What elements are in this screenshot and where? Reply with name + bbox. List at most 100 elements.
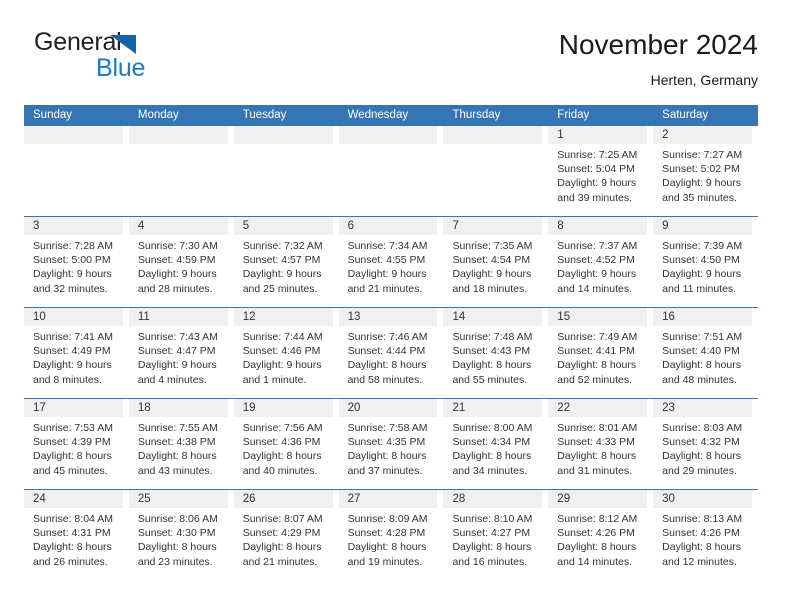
day-detail-line: Sunset: 4:35 PM bbox=[347, 436, 426, 449]
day-detail-line: and 25 minutes. bbox=[242, 282, 318, 295]
day-detail-line: Sunrise: 8:00 AM bbox=[452, 422, 533, 434]
day-number: 1 bbox=[557, 129, 564, 141]
day-detail-line: Sunset: 4:50 PM bbox=[662, 254, 740, 267]
calendar-day-cell[interactable]: 5 Sunrise: 7:32 AM Sunset: 4:57 PM Daylight… bbox=[233, 217, 339, 307]
day-number-band: 1 bbox=[548, 126, 648, 144]
calendar-day-cell[interactable]: 19 Sunrise: 7:56 AM Sunset: 4:36 PM Dayligh… bbox=[233, 399, 339, 489]
day-detail-line: and 48 minutes. bbox=[662, 373, 737, 386]
calendar-day-cell[interactable]: 2 Sunrise: 7:27 AM Sunset: 5:02 PM Daylight… bbox=[653, 126, 759, 216]
day-number-band: 5 bbox=[233, 217, 333, 235]
calendar-day-cell[interactable]: 16 Sunrise: 7:51 AM Sunset: 4:40 PM Dayligh… bbox=[653, 308, 759, 398]
day-number: 10 bbox=[33, 311, 46, 323]
calendar-day-cell[interactable]: 29 Sunrise: 8:12 AM Sunset: 4:26 PM Dayligh… bbox=[548, 490, 654, 580]
day-detail-line: Daylight: 9 hours bbox=[557, 177, 637, 190]
day-detail-line: and 1 minute. bbox=[242, 373, 307, 386]
day-number-band: 19 bbox=[233, 399, 333, 417]
day-detail-line: Sunset: 4:38 PM bbox=[137, 436, 216, 449]
day-detail-line: Daylight: 9 hours bbox=[557, 268, 637, 281]
day-number: 2 bbox=[662, 129, 669, 141]
day-number: 26 bbox=[242, 493, 256, 505]
day-details: Sunrise: 7:49 AM Sunset: 4:41 PM Daylight:… bbox=[548, 326, 653, 387]
day-detail-line: and 11 minutes. bbox=[662, 282, 737, 295]
calendar-day-cell[interactable]: 1 Sunrise: 7:25 AM Sunset: 5:04 PM Daylight… bbox=[548, 126, 654, 216]
day-number: 29 bbox=[557, 493, 571, 505]
day-detail-line: Sunrise: 7:41 AM bbox=[33, 331, 113, 343]
day-detail-line: Sunrise: 7:43 AM bbox=[137, 331, 218, 343]
day-details: Sunrise: 7:43 AM Sunset: 4:47 PM Daylight:… bbox=[129, 326, 234, 387]
calendar-day-cell[interactable]: 28 Sunrise: 8:10 AM Sunset: 4:27 PM Dayligh… bbox=[443, 490, 549, 580]
calendar-day-cell[interactable]: 22 Sunrise: 8:01 AM Sunset: 4:33 PM Dayligh… bbox=[548, 399, 654, 489]
day-details: Sunrise: 8:13 AM Sunset: 4:26 PM Daylight:… bbox=[653, 508, 758, 569]
calendar-day-cell[interactable]: 12 Sunrise: 7:44 AM Sunset: 4:46 PM Dayligh… bbox=[233, 308, 339, 398]
calendar-day-cell[interactable]: 23 Sunrise: 8:03 AM Sunset: 4:32 PM Dayligh… bbox=[653, 399, 759, 489]
day-detail-line: and 52 minutes. bbox=[557, 373, 633, 386]
calendar-day-cell[interactable]: 14 Sunrise: 7:48 AM Sunset: 4:43 PM Dayligh… bbox=[443, 308, 549, 398]
calendar-day-cell[interactable]: 11 Sunrise: 7:43 AM Sunset: 4:47 PM Dayligh… bbox=[128, 308, 234, 398]
calendar-day-cell[interactable]: 7 Sunrise: 7:35 AM Sunset: 4:54 PM Daylight… bbox=[443, 217, 549, 307]
day-detail-line: Sunrise: 7:49 AM bbox=[557, 331, 638, 343]
calendar-day-cell[interactable]: 3 Sunrise: 7:28 AM Sunset: 5:00 PM Daylight… bbox=[24, 217, 129, 307]
day-details: Sunrise: 7:30 AM Sunset: 4:59 PM Daylight:… bbox=[129, 235, 234, 296]
calendar-day-cell[interactable]: 4 Sunrise: 7:30 AM Sunset: 4:59 PM Daylight… bbox=[128, 217, 234, 307]
day-details: Sunrise: 7:41 AM Sunset: 4:49 PM Daylight:… bbox=[24, 326, 129, 387]
day-detail-line: Daylight: 9 hours bbox=[452, 268, 532, 281]
day-details: Sunrise: 8:01 AM Sunset: 4:33 PM Daylight:… bbox=[548, 417, 653, 478]
day-number: 3 bbox=[33, 220, 40, 232]
day-details: Sunrise: 7:35 AM Sunset: 4:54 PM Daylight:… bbox=[443, 235, 548, 296]
calendar-day-cell[interactable]: 30 Sunrise: 8:13 AM Sunset: 4:26 PM Dayligh… bbox=[653, 490, 759, 580]
calendar-day-cell[interactable]: 8 Sunrise: 7:37 AM Sunset: 4:52 PM Daylight… bbox=[548, 217, 654, 307]
calendar-day-cell-empty bbox=[24, 126, 129, 216]
day-number-band: 25 bbox=[128, 490, 228, 508]
day-details: Sunrise: 7:28 AM Sunset: 5:00 PM Daylight:… bbox=[24, 235, 129, 296]
day-detail-line: Sunrise: 7:27 AM bbox=[662, 149, 743, 161]
day-detail-line: Daylight: 8 hours bbox=[347, 541, 427, 554]
calendar-day-cell-empty bbox=[233, 126, 339, 216]
calendar-day-cell[interactable]: 26 Sunrise: 8:07 AM Sunset: 4:29 PM Dayligh… bbox=[233, 490, 339, 580]
calendar-week-row: 10 Sunrise: 7:41 AM Sunset: 4:49 PM Dayligh… bbox=[24, 307, 759, 398]
day-detail-line: Daylight: 8 hours bbox=[347, 450, 427, 463]
day-detail-line: and 37 minutes. bbox=[347, 464, 423, 477]
day-detail-line: Daylight: 8 hours bbox=[452, 541, 532, 554]
calendar-day-cell[interactable]: 27 Sunrise: 8:09 AM Sunset: 4:28 PM Dayligh… bbox=[338, 490, 444, 580]
day-details: Sunrise: 8:10 AM Sunset: 4:27 PM Daylight:… bbox=[443, 508, 548, 569]
day-number-band: 22 bbox=[548, 399, 648, 417]
day-detail-line: Sunrise: 8:13 AM bbox=[662, 513, 743, 525]
calendar-day-cell[interactable]: 10 Sunrise: 7:41 AM Sunset: 4:49 PM Dayligh… bbox=[24, 308, 129, 398]
calendar-day-cell[interactable]: 18 Sunrise: 7:55 AM Sunset: 4:38 PM Dayligh… bbox=[128, 399, 234, 489]
day-detail-line: Sunrise: 7:56 AM bbox=[242, 422, 323, 434]
day-detail-line: Sunrise: 7:25 AM bbox=[557, 149, 638, 161]
day-number: 20 bbox=[347, 402, 361, 414]
calendar-day-cell[interactable]: 17 Sunrise: 7:53 AM Sunset: 4:39 PM Dayligh… bbox=[24, 399, 129, 489]
calendar-day-cell[interactable]: 6 Sunrise: 7:34 AM Sunset: 4:55 PM Daylight… bbox=[338, 217, 444, 307]
day-detail-line: Sunrise: 8:07 AM bbox=[242, 513, 323, 525]
calendar-day-cell[interactable]: 15 Sunrise: 7:49 AM Sunset: 4:41 PM Dayligh… bbox=[548, 308, 654, 398]
day-detail-line: Sunrise: 8:10 AM bbox=[452, 513, 533, 525]
calendar-page: General Blue November 2024 Herten, Germa… bbox=[0, 0, 792, 612]
day-details: Sunrise: 7:46 AM Sunset: 4:44 PM Daylight:… bbox=[339, 326, 444, 387]
day-number: 7 bbox=[452, 220, 459, 232]
day-detail-line: Sunset: 4:26 PM bbox=[662, 527, 740, 540]
day-number: 17 bbox=[33, 402, 46, 414]
day-number: 18 bbox=[137, 402, 151, 414]
calendar-day-cell[interactable]: 24 Sunrise: 8:04 AM Sunset: 4:31 PM Dayligh… bbox=[24, 490, 129, 580]
day-detail-line: Sunrise: 7:35 AM bbox=[452, 240, 533, 252]
calendar-day-cell[interactable]: 13 Sunrise: 7:46 AM Sunset: 4:44 PM Dayligh… bbox=[338, 308, 444, 398]
day-detail-line: and 45 minutes. bbox=[33, 464, 108, 477]
calendar-day-cell[interactable]: 20 Sunrise: 7:58 AM Sunset: 4:35 PM Dayligh… bbox=[338, 399, 444, 489]
calendar-day-cell[interactable]: 25 Sunrise: 8:06 AM Sunset: 4:30 PM Dayligh… bbox=[128, 490, 234, 580]
day-detail-line: and 31 minutes. bbox=[557, 464, 633, 477]
day-detail-line: Sunrise: 7:55 AM bbox=[137, 422, 218, 434]
day-detail-line: Daylight: 8 hours bbox=[33, 450, 112, 463]
title-block: November 2024 Herten, Germany bbox=[559, 28, 758, 90]
day-number: 23 bbox=[662, 402, 675, 414]
day-detail-line: Daylight: 9 hours bbox=[33, 359, 112, 372]
day-number: 27 bbox=[347, 493, 361, 505]
page-header: General Blue November 2024 Herten, Germa… bbox=[34, 28, 758, 100]
day-number: 4 bbox=[137, 220, 145, 232]
brand-logo[interactable]: General Blue bbox=[34, 28, 254, 88]
calendar-day-cell[interactable]: 21 Sunrise: 8:00 AM Sunset: 4:34 PM Dayligh… bbox=[443, 399, 549, 489]
calendar-day-cell[interactable]: 9 Sunrise: 7:39 AM Sunset: 4:50 PM Daylight… bbox=[653, 217, 759, 307]
day-detail-line: Daylight: 8 hours bbox=[557, 541, 637, 554]
day-detail-line: Sunrise: 8:09 AM bbox=[347, 513, 428, 525]
day-number: 21 bbox=[452, 402, 466, 414]
